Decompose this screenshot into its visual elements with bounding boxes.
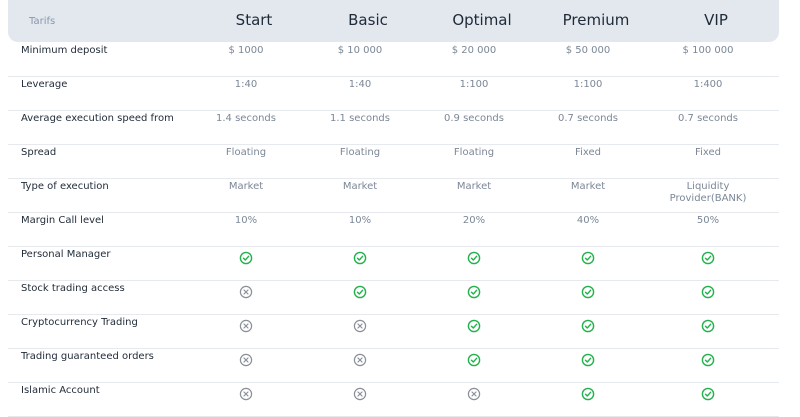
table-cell: Fixed [695,147,721,158]
check-circle-icon [701,387,715,401]
row-label: Average execution speed from [21,113,174,124]
table-cell: 10% [348,215,372,226]
table-cell: $ 20 000 [451,45,497,56]
row-label: Cryptocurrency Trading [21,317,138,328]
check-circle-icon [581,285,595,299]
table-cell: 1.1 seconds [330,113,390,124]
table-cell: 1:400 [693,79,723,90]
table-cell: 40% [576,215,600,226]
cross-circle-icon [239,387,253,401]
table-cell: Market [342,181,378,192]
cross-circle-icon [239,353,253,367]
check-circle-icon [701,285,715,299]
check-circle-icon [467,319,481,333]
row-label: Trading guaranteed orders [21,351,154,362]
plan-start: Start [235,11,273,29]
check-circle-icon [701,353,715,367]
plan-vip: VIP [704,11,728,29]
cross-circle-icon [353,319,367,333]
table-row: Stock trading access [8,280,779,315]
table-cell: 1:40 [348,79,372,90]
cross-circle-icon [467,387,481,401]
check-circle-icon [353,251,367,265]
table-row: Type of execution Market Market Market Marke… [8,178,779,213]
check-circle-icon [581,353,595,367]
row-label: Personal Manager [21,249,111,260]
check-circle-icon [581,251,595,265]
table-cell: $ 10 000 [337,45,383,56]
table-cell: 20% [462,215,486,226]
table-row: Personal Manager [8,246,779,281]
table-cell: Floating [339,147,381,158]
table-row: Minimum deposit $ 1000 $ 10 000 $ 20 000 $ 5… [8,42,779,77]
cross-circle-icon [239,285,253,299]
table-row: Average execution speed from 1.4 seconds 1… [8,110,779,145]
table-cell: $ 1000 [228,45,264,56]
table-row: Spread Floating Floating Floating Fixed Fixed [8,144,779,179]
table-cell: Market [228,181,264,192]
check-circle-icon [467,285,481,299]
row-label: Minimum deposit [21,45,108,56]
table-row: Cryptocurrency Trading [8,314,779,349]
check-circle-icon [353,285,367,299]
header-label: Tarifs [29,16,56,27]
table-cell: 0.7 seconds [558,113,618,124]
table-cell: 10% [234,215,258,226]
row-label: Islamic Account [21,385,100,396]
row-label: Margin Call level [21,215,104,226]
cross-circle-icon [239,319,253,333]
plan-basic: Basic [348,11,388,29]
check-circle-icon [581,319,595,333]
table-cell: Liquidity Provider(BANK) [669,181,747,204]
row-label: Type of execution [21,181,109,192]
table-cell: 1:40 [234,79,258,90]
table-cell: Fixed [575,147,601,158]
cross-circle-icon [353,387,367,401]
table-header: Tarifs Start Basic Optimal Premium VIP [8,0,779,42]
check-circle-icon [701,251,715,265]
row-label: Spread [21,147,57,158]
table-cell: 50% [696,215,720,226]
plan-optimal: Optimal [452,11,512,29]
table-cell: 1:100 [459,79,489,90]
table-cell: 0.7 seconds [678,113,738,124]
table-cell: $ 100 000 [682,45,734,56]
check-circle-icon [467,251,481,265]
table-cell: Floating [453,147,495,158]
check-circle-icon [239,251,253,265]
table-row: Islamic Account [8,382,779,417]
table-cell: 0.9 seconds [444,113,504,124]
row-label: Leverage [21,79,68,90]
table-cell: 1:100 [573,79,603,90]
row-label: Stock trading access [21,283,125,294]
table-row: Trading guaranteed orders [8,348,779,383]
check-circle-icon [701,319,715,333]
table-cell: Market [570,181,606,192]
cross-circle-icon [353,353,367,367]
table-cell: $ 50 000 [565,45,611,56]
plan-premium: Premium [562,11,630,29]
table-cell: 1.4 seconds [216,113,276,124]
table-row: Leverage 1:40 1:40 1:100 1:100 1:400 [8,76,779,111]
check-circle-icon [467,353,481,367]
check-circle-icon [581,387,595,401]
table-cell: Market [456,181,492,192]
table-cell: Floating [225,147,267,158]
table-row: Margin Call level 10% 10% 20% 40% 50% [8,212,779,247]
